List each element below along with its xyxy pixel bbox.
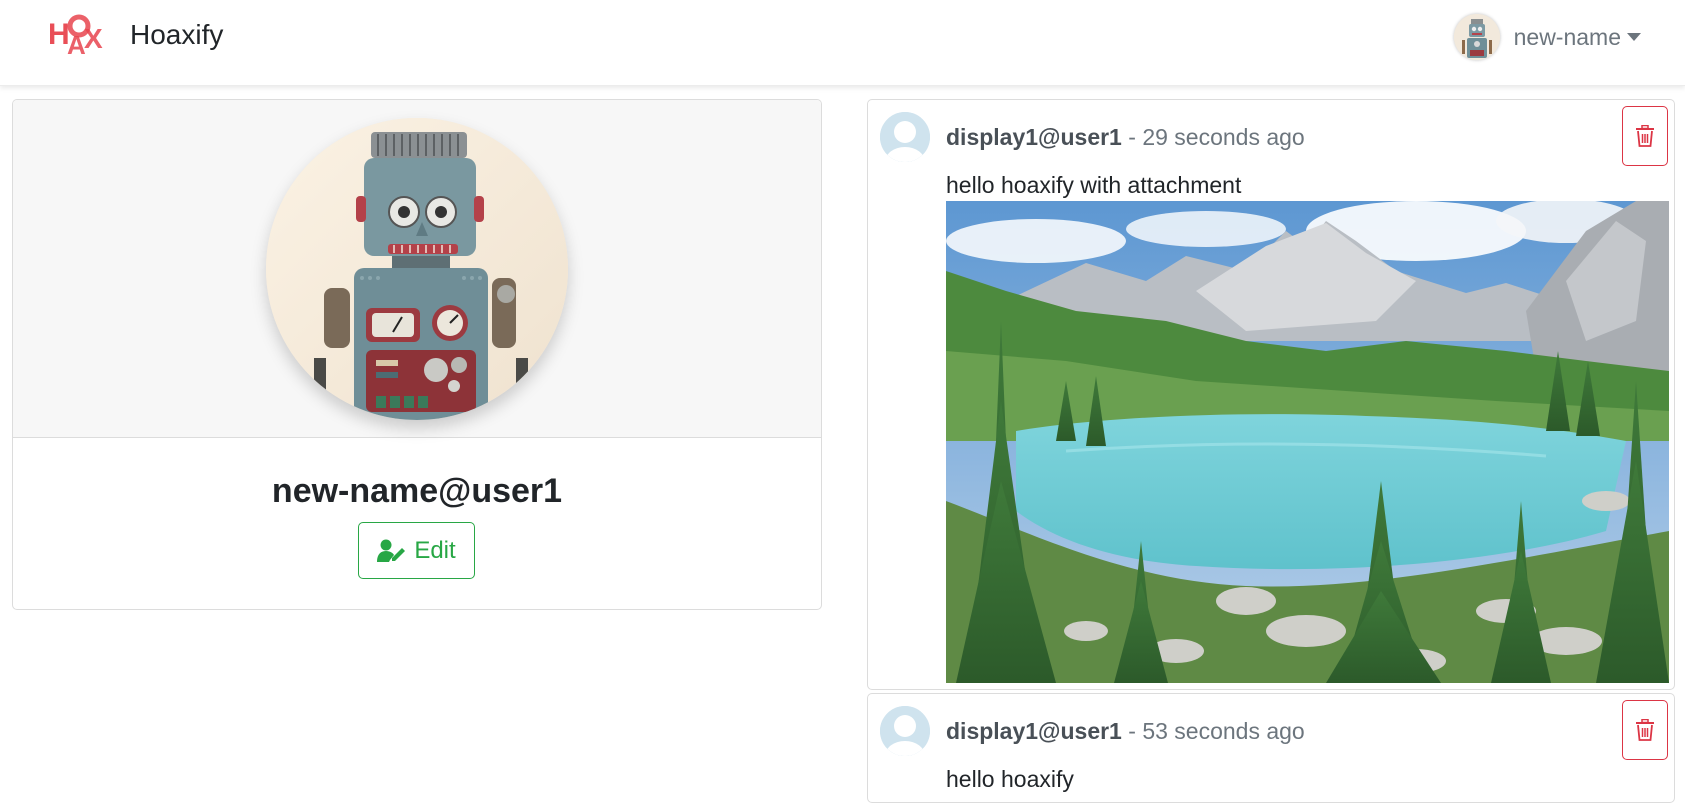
post-card: display1@user1 - 53 seconds ago hello ho… [867, 693, 1675, 803]
profile-card: new-name@user1 Edit [12, 99, 822, 610]
profile-display-name: new-name@user1 [271, 472, 563, 510]
user-silhouette-icon [880, 706, 930, 756]
mountain-lake-image [946, 201, 1669, 683]
profile-card-header [13, 100, 821, 438]
post-card: display1@user1 - 29 seconds ago hello ho… [867, 99, 1675, 690]
post-author[interactable]: display1@user1 [946, 124, 1122, 150]
profile-image [266, 118, 568, 420]
post-author-avatar[interactable] [880, 706, 930, 756]
post-separator: - [1128, 718, 1136, 744]
post-content: hello hoaxify with attachment [946, 172, 1242, 198]
post-attachment-image [946, 201, 1669, 683]
chevron-down-icon [1627, 33, 1641, 41]
post-content: hello hoaxify [946, 766, 1074, 792]
delete-post-button[interactable] [1622, 700, 1668, 760]
post-header: display1@user1 - 29 seconds ago [946, 124, 1305, 151]
robot-profile-icon [266, 118, 568, 420]
hoaxify-logo-icon: H A X [48, 14, 103, 58]
robot-avatar-icon [1453, 14, 1500, 60]
trash-icon [1636, 125, 1654, 147]
user-dropdown-toggle[interactable]: new-name [1453, 12, 1641, 62]
brand-name: Hoaxify [130, 19, 224, 50]
user-silhouette-icon [880, 112, 930, 162]
post-timestamp: 29 seconds ago [1142, 124, 1305, 150]
delete-post-button[interactable] [1622, 106, 1668, 166]
user-edit-icon [377, 539, 406, 562]
edit-profile-button[interactable]: Edit [358, 522, 475, 579]
post-author[interactable]: display1@user1 [946, 718, 1122, 744]
trash-icon [1636, 719, 1654, 741]
svg-text:X: X [84, 23, 103, 54]
edit-button-label: Edit [414, 536, 456, 564]
navbar: H A X Hoaxify new-name [0, 0, 1685, 86]
post-author-avatar[interactable] [880, 112, 930, 162]
post-timestamp: 53 seconds ago [1142, 718, 1305, 744]
post-separator: - [1128, 124, 1136, 150]
nav-avatar[interactable] [1453, 14, 1500, 60]
post-header: display1@user1 - 53 seconds ago [946, 718, 1305, 745]
nav-username: new-name [1513, 23, 1621, 50]
brand-link[interactable]: H A X Hoaxify [48, 12, 223, 58]
